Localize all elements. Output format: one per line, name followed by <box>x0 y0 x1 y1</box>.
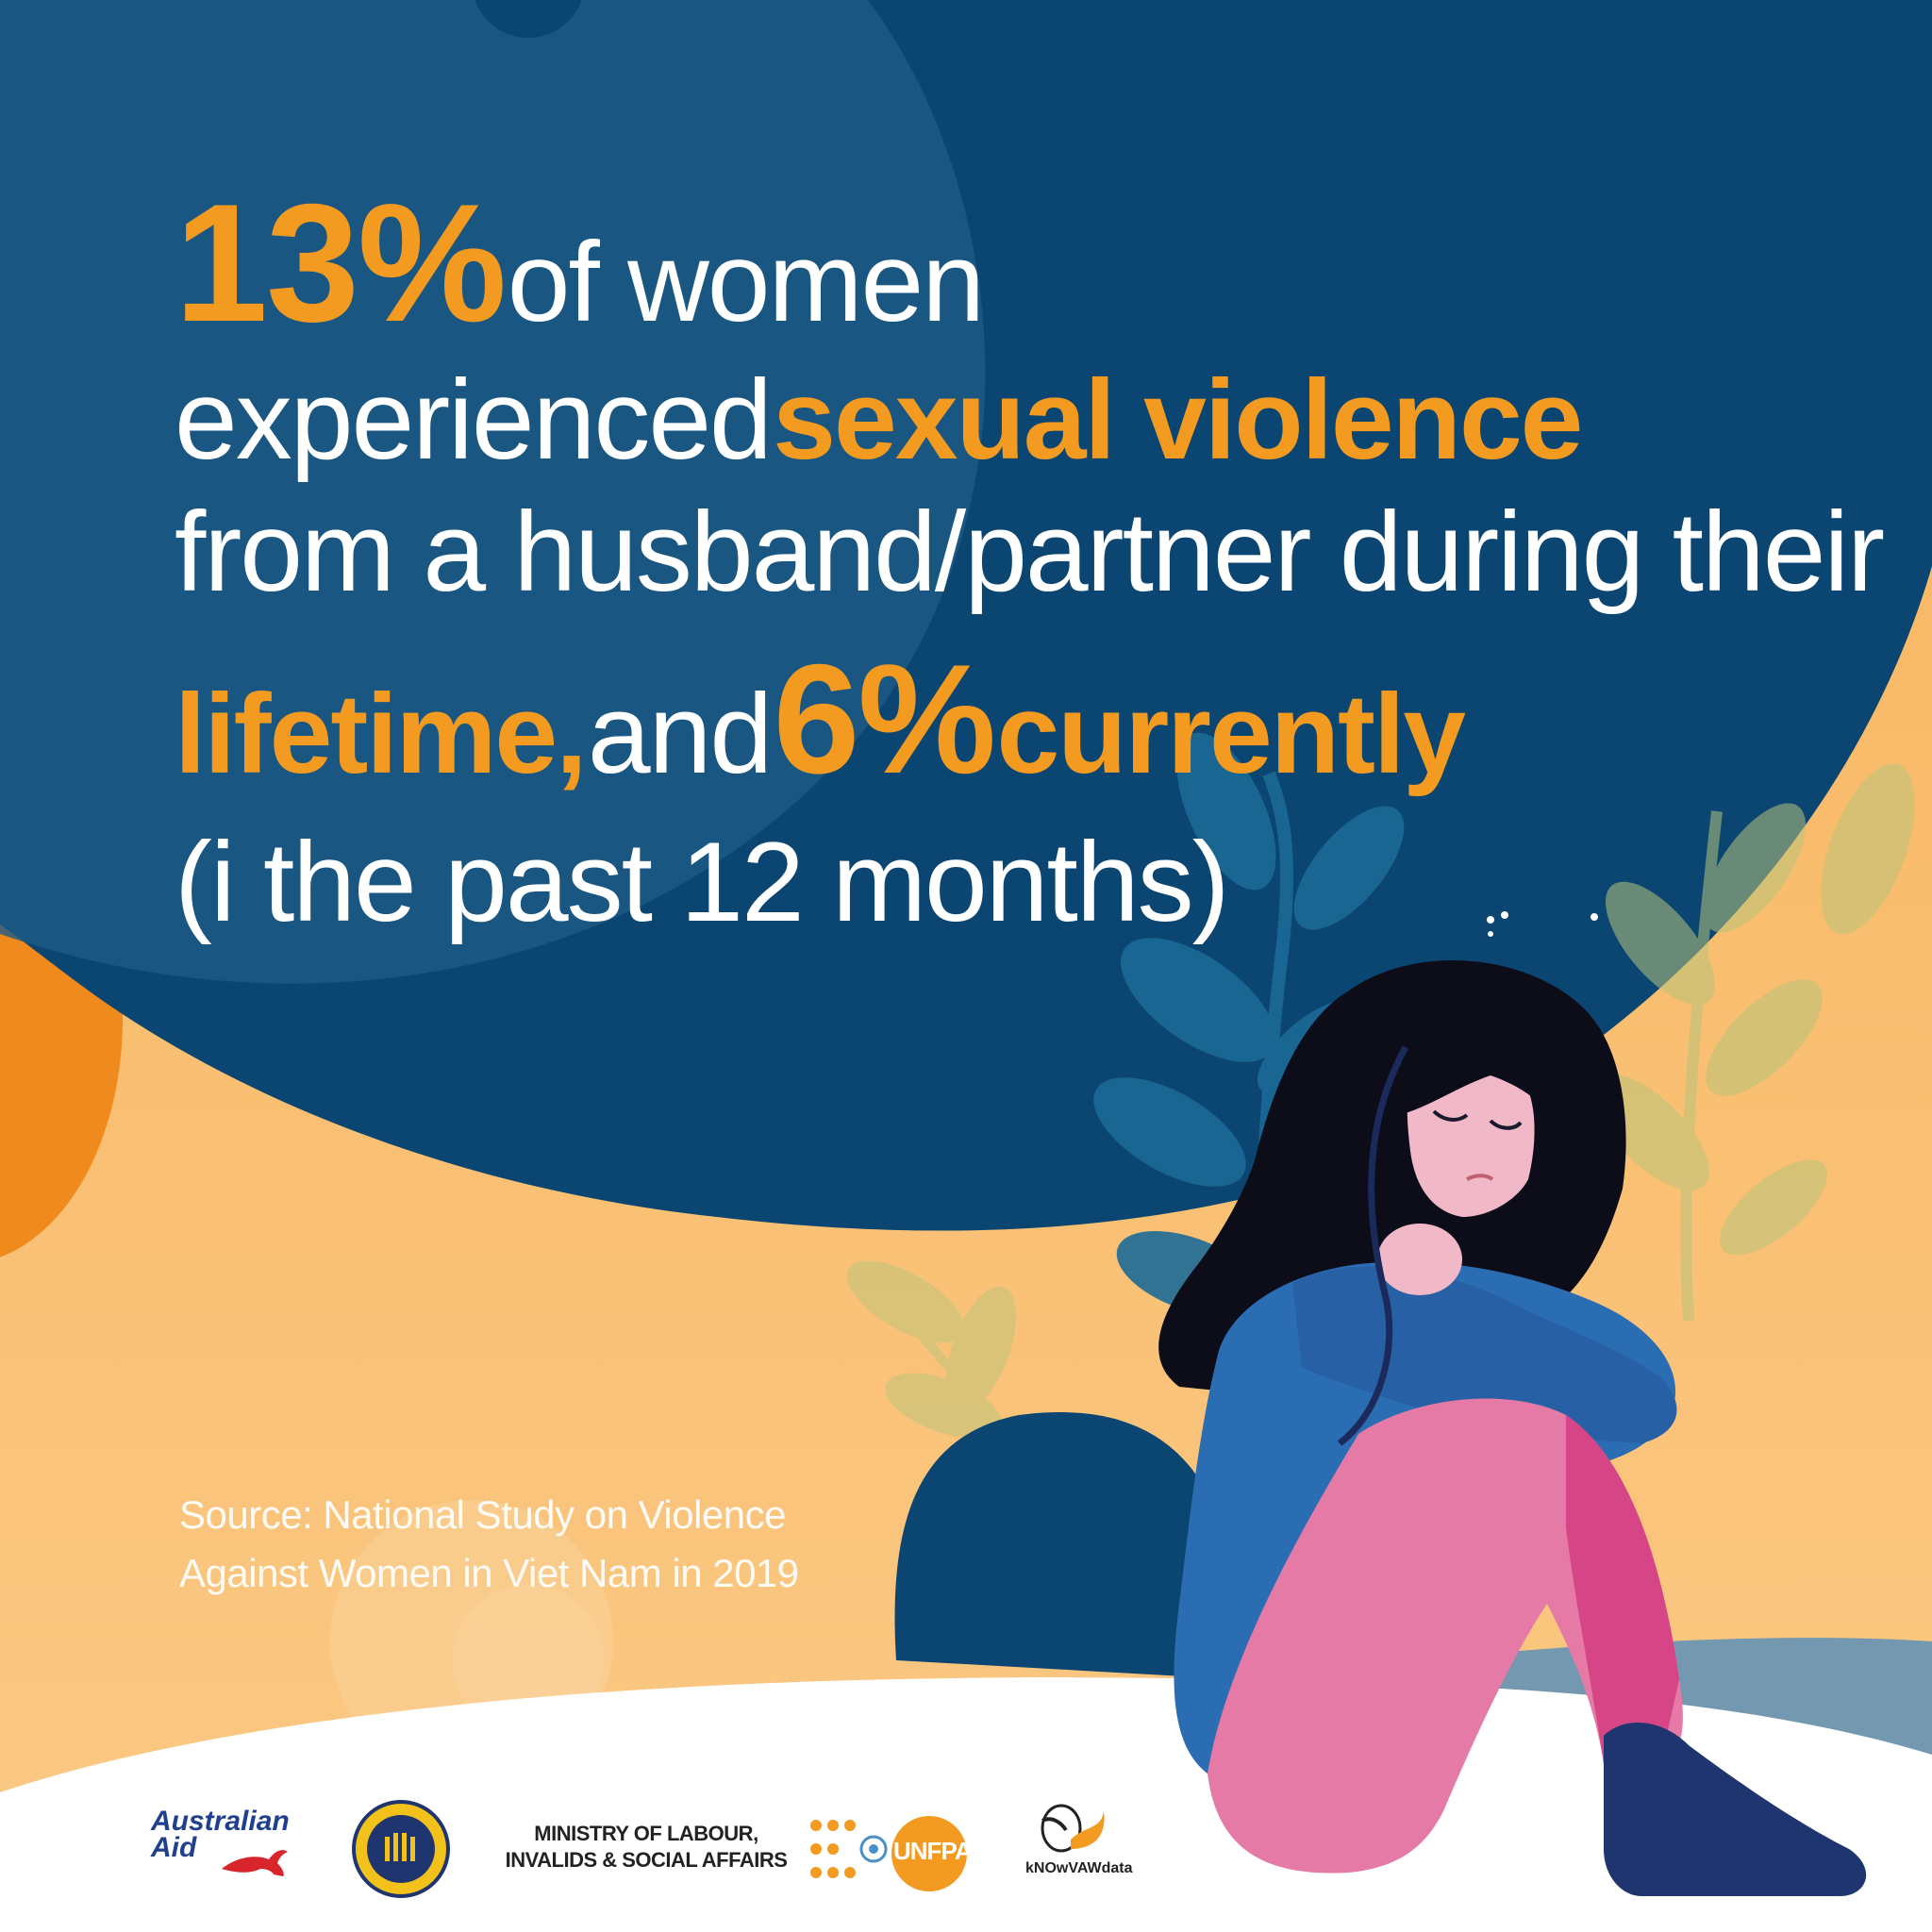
source-citation: Source: National Study on Violence Again… <box>179 1486 799 1603</box>
gso-seal-icon <box>352 1800 450 1898</box>
headline-line-2: experienced sexual violence <box>175 363 1583 476</box>
australian-aid-line-1: Australian <box>151 1806 290 1837</box>
lifetime-text: lifetime, <box>175 671 587 797</box>
infographic: 13% of women experienced sexual violence… <box>0 0 1932 1932</box>
currently-text: currently <box>996 671 1467 797</box>
source-line-2: Against Women in Viet Nam in 2019 <box>179 1551 799 1595</box>
headline-line-3: from a husband/partner during their <box>175 495 1885 608</box>
source-line-1: Source: National Study on Violence <box>179 1492 786 1537</box>
hand <box>1377 1224 1462 1295</box>
experienced-text: experienced <box>175 357 773 483</box>
molisa-logo: MINISTRY OF LABOUR, INVALIDS & SOCIAL AF… <box>505 1821 788 1874</box>
of-women-text: of women <box>507 219 985 345</box>
knowvawdata-logo: kNOwVAWdata <box>1024 1802 1133 1896</box>
molisa-line-1: MINISTRY OF LABOUR, <box>534 1822 758 1845</box>
un-emblem-icon <box>859 1835 888 1863</box>
stat-13-percent: 13% <box>175 169 507 357</box>
partner-logos: Australian Aid MINISTRY OF LABOUR, INVAL… <box>142 1797 1179 1901</box>
headline-line-4: lifetime, and 6% currently <box>175 641 1467 797</box>
headline-line-1: 13% of women <box>175 179 985 347</box>
stat-6-percent: 6% <box>773 632 996 806</box>
from-partner-text: from a husband/partner during their <box>175 489 1885 615</box>
kangaroo-icon <box>222 1850 288 1876</box>
knowvawdata-text: kNOwVAWdata <box>1025 1860 1133 1876</box>
unfpa-text: UNFPA <box>893 1837 973 1865</box>
unfpa-logo: UNFPA <box>807 1811 976 1896</box>
past-months-text: (i the past 12 months) <box>175 819 1230 945</box>
sexual-violence-text: sexual violence <box>773 357 1583 483</box>
hands-face-icon <box>1041 1804 1105 1853</box>
molisa-line-2: INVALIDS & SOCIAL AFFAIRS <box>505 1848 788 1872</box>
and-text: and <box>587 671 773 797</box>
australian-aid-line-2: Aid <box>151 1832 197 1863</box>
unfpa-dots-icon <box>810 1820 856 1878</box>
australian-aid-logo: Australian Aid <box>151 1806 311 1893</box>
headline-line-5: (i the past 12 months) <box>175 825 1230 939</box>
